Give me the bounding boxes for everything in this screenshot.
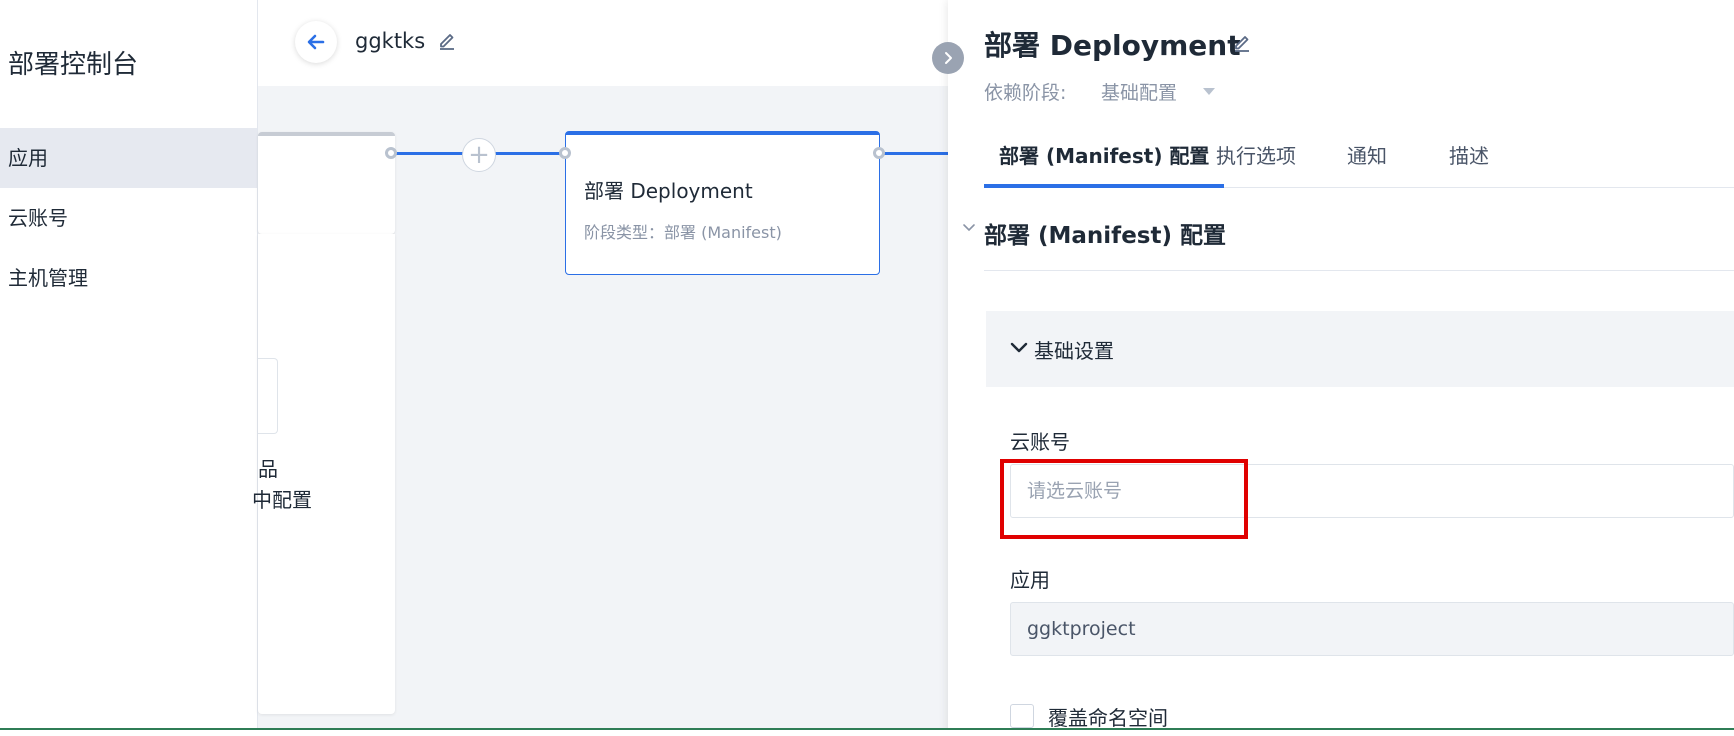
sidebar-item-apps[interactable]: 应用	[0, 128, 257, 188]
stage-card-title: 部署 Deployment	[584, 179, 753, 203]
override-namespace-checkbox[interactable]	[1010, 704, 1034, 728]
previous-card-text-line1: 品	[258, 457, 278, 481]
application-label: 应用	[1010, 568, 1050, 592]
connector-line	[880, 152, 948, 155]
input-port[interactable]	[559, 147, 571, 159]
stage-detail-panel: 部署 Deployment 依赖阶段: 基础配置 部署 (Manifest) 配…	[948, 0, 1734, 736]
previous-card-text-line2: 中配置	[252, 488, 312, 512]
basic-settings-toggle[interactable]: 基础设置	[986, 311, 1734, 387]
chevron-right-icon	[945, 52, 952, 64]
pipeline-name: ggktks	[355, 29, 426, 53]
previous-stage-card[interactable]	[258, 132, 395, 234]
back-button[interactable]	[295, 21, 337, 63]
override-namespace-label: 覆盖命名空间	[1048, 706, 1168, 730]
chevron-down-icon[interactable]	[962, 220, 976, 239]
section-title: 部署 (Manifest) 配置	[984, 223, 1226, 249]
tab-manifest-config[interactable]: 部署 (Manifest) 配置	[984, 130, 1225, 188]
panel-title: 部署 Deployment	[984, 29, 1241, 62]
arrow-left-icon	[307, 34, 325, 50]
dependency-label: 依赖阶段:	[984, 82, 1067, 104]
edit-pipeline-name-icon[interactable]	[437, 30, 457, 54]
section-divider	[984, 270, 1734, 271]
output-port[interactable]	[385, 147, 397, 159]
sidebar-item-cloud-accounts[interactable]: 云账号	[0, 188, 257, 248]
previous-stage-card-body	[258, 234, 395, 714]
chevron-down-icon	[1010, 342, 1028, 353]
cloud-account-select[interactable]	[1010, 464, 1734, 518]
tab-description[interactable]: 描述	[1434, 130, 1504, 188]
caret-down-icon[interactable]	[1203, 88, 1215, 95]
stage-card-type: 阶段类型：部署 (Manifest)	[584, 223, 782, 242]
stage-card-deployment[interactable]: 部署 Deployment 阶段类型：部署 (Manifest)	[565, 131, 880, 275]
tab-execution-options[interactable]: 执行选项	[1201, 130, 1311, 188]
sidebar: 部署控制台 应用 云账号 主机管理	[0, 0, 258, 736]
collapse-panel-button[interactable]	[932, 42, 964, 74]
stage-list-decoration	[258, 358, 278, 434]
tab-notifications[interactable]: 通知	[1332, 130, 1402, 188]
add-stage-button[interactable]: +	[462, 138, 496, 172]
output-port[interactable]	[873, 147, 885, 159]
group-title: 基础设置	[1034, 339, 1114, 363]
bottom-status-bar	[0, 728, 1734, 736]
dependency-select[interactable]: 基础配置	[1101, 78, 1177, 105]
panel-tabs: 部署 (Manifest) 配置 执行选项 通知 描述	[984, 130, 1734, 188]
edit-stage-name-icon[interactable]	[1232, 32, 1252, 56]
cloud-account-label: 云账号	[1010, 430, 1070, 454]
application-field[interactable]: ggktproject	[1010, 602, 1734, 656]
sidebar-item-host-management[interactable]: 主机管理	[0, 248, 257, 308]
sidebar-title: 部署控制台	[8, 50, 139, 80]
